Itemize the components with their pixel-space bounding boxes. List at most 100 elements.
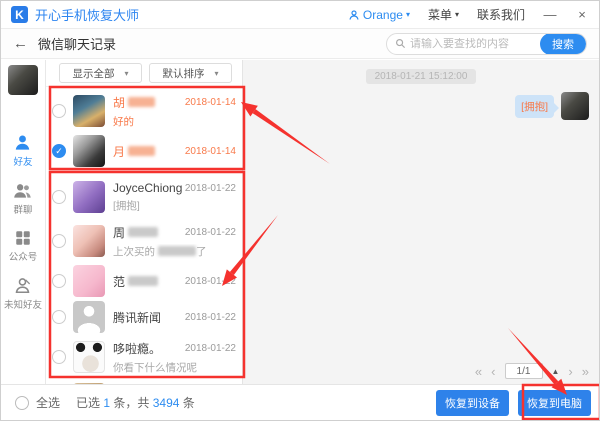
last-page-icon[interactable]: »: [582, 365, 589, 378]
list-item[interactable]: 周 2018-01-22 上次买的了: [46, 219, 242, 263]
group-chat-icon: [13, 181, 32, 200]
recover-to-computer-button[interactable]: 恢复到电脑: [518, 390, 591, 416]
redacted-message: [158, 246, 196, 256]
sidebar-item-friends[interactable]: 好友: [13, 133, 32, 168]
last-message-date: 2018-01-14: [185, 146, 236, 157]
contact-name: 哆啦瘾。: [113, 340, 161, 357]
contact-name: 胡: [113, 94, 125, 111]
avatar: [73, 95, 105, 127]
chat-message-row: [拥抱]: [243, 84, 599, 120]
list-item[interactable]: 腾讯新闻2018-01-22: [46, 299, 242, 335]
item-checkbox[interactable]: [52, 190, 66, 204]
item-checkbox-checked[interactable]: ✓: [52, 144, 66, 158]
item-checkbox[interactable]: [52, 350, 66, 364]
sidebar-item-group-chats[interactable]: 群聊: [13, 181, 32, 216]
avatar: [73, 265, 105, 297]
chevron-down-icon: ▾: [455, 10, 459, 19]
last-message-date: 2018-01-22: [185, 343, 236, 354]
redacted-name: [128, 146, 155, 156]
chat-bubble: [拥抱]: [515, 95, 554, 118]
avatar: [73, 301, 105, 333]
sidebar-item-label: 好友: [13, 154, 32, 168]
total-count: 3494: [153, 396, 180, 410]
redacted-name: [128, 97, 155, 107]
minimize-button[interactable]: —: [543, 7, 557, 22]
last-message-preview: 上次买的了: [113, 244, 236, 259]
last-message-preview: 你看下什么情况呢: [113, 360, 236, 375]
back-button[interactable]: ←: [13, 35, 28, 52]
search-icon: [395, 38, 406, 49]
selection-summary: 已选 1 条，共 3494 条: [76, 394, 195, 411]
unknown-friend-icon: [13, 276, 32, 295]
select-all-label: 全选: [36, 394, 60, 411]
item-checkbox[interactable]: [52, 310, 66, 324]
sidebar-item-unknown-friends[interactable]: 未知好友: [4, 276, 42, 311]
select-all-checkbox[interactable]: [15, 396, 29, 410]
list-item[interactable]: 哆啦瘾。 2018-01-22 你看下什么情况呢: [46, 335, 242, 379]
last-message-date: 2018-01-22: [185, 183, 236, 194]
search-input[interactable]: [410, 38, 540, 50]
footer-bar: 全选 已选 1 条，共 3494 条 恢复到设备 恢复到电脑: [1, 384, 599, 420]
recover-to-device-button[interactable]: 恢复到设备: [436, 390, 509, 416]
account-menu[interactable]: Orange ▾: [348, 8, 410, 22]
contact-us-link[interactable]: 联系我们: [477, 6, 525, 23]
contact-name: 周: [113, 224, 125, 241]
sidebar-item-label: 未知好友: [4, 297, 42, 311]
contact-name: 范: [113, 273, 125, 290]
search-box: 搜索: [386, 33, 587, 55]
left-rail: 好友 群聊 公众号 未知好友: [1, 60, 46, 384]
app-logo-icon: K: [11, 6, 28, 23]
list-item[interactable]: 胡2018-01-14好的: [46, 89, 242, 133]
app-window: K 开心手机恢复大师 Orange ▾ 菜单 ▾ 联系我们 — × ← 微信聊天…: [0, 0, 600, 421]
chevron-down-icon: ▾: [124, 69, 128, 78]
item-checkbox[interactable]: [52, 104, 66, 118]
show-all-label: 显示全部: [72, 66, 114, 81]
next-page-icon[interactable]: ›: [568, 365, 572, 378]
account-name: Orange: [363, 8, 403, 22]
last-message-date: 2018-01-22: [185, 276, 236, 287]
show-all-dropdown[interactable]: 显示全部 ▾: [59, 63, 142, 83]
prev-page-icon[interactable]: ‹: [491, 365, 495, 378]
friend-icon: [13, 133, 32, 152]
page-indicator[interactable]: 1/1: [505, 363, 543, 379]
avatar: [73, 181, 105, 213]
avatar: [73, 225, 105, 257]
avatar: [73, 135, 105, 167]
list-item[interactable]: ✓ 月 2018-01-14: [46, 133, 242, 169]
conversation-list-panel: 显示全部 ▾ 默认排序 ▾ 胡2018-01-14好的 ✓ 月 2018-01-14 J…: [46, 60, 243, 384]
chat-preview-panel: 2018-01-21 15:12:00 [拥抱] « ‹ 1/1 ▲ › »: [243, 60, 599, 384]
avatar: [561, 92, 589, 120]
last-message-date: 2018-01-22: [185, 227, 236, 238]
list-item[interactable]: JoyceChiong2018-01-22 [拥抱]: [46, 175, 242, 219]
contact-name: 月: [113, 143, 125, 160]
search-button[interactable]: 搜索: [540, 33, 586, 55]
sort-dropdown[interactable]: 默认排序 ▾: [149, 63, 232, 83]
avatar: [73, 341, 105, 373]
last-message-preview: 好的: [113, 114, 236, 129]
conversation-list: 胡2018-01-14好的✓月2018-01-14JoyceChiong2018…: [46, 89, 242, 384]
app-title: 开心手机恢复大师: [35, 5, 139, 24]
contact-us-label: 联系我们: [477, 6, 525, 23]
page-jump-icon[interactable]: ▲: [552, 367, 560, 376]
avatar: [8, 65, 38, 95]
official-account-icon: [14, 229, 32, 247]
sidebar-item-label: 公众号: [9, 249, 38, 263]
item-checkbox[interactable]: [52, 234, 66, 248]
user-icon: [348, 9, 360, 21]
first-page-icon[interactable]: «: [475, 365, 482, 378]
list-item[interactable]: 范 2018-01-22: [46, 263, 242, 299]
item-checkbox[interactable]: [52, 274, 66, 288]
chevron-down-icon: ▾: [214, 69, 218, 78]
last-message-preview: [拥抱]: [113, 198, 236, 213]
chat-timestamp: 2018-01-21 15:12:00: [366, 69, 477, 84]
toolbar: ← 微信聊天记录 搜索: [1, 29, 599, 59]
sort-label: 默认排序: [162, 66, 204, 81]
last-message-date: 2018-01-22: [185, 312, 236, 323]
contact-name: JoyceChiong: [113, 181, 182, 195]
page-title: 微信聊天记录: [38, 34, 116, 53]
chevron-down-icon: ▾: [406, 10, 410, 19]
menu-button[interactable]: 菜单 ▾: [428, 6, 459, 23]
sidebar-item-official-accounts[interactable]: 公众号: [9, 229, 38, 263]
close-button[interactable]: ×: [575, 7, 589, 22]
sidebar-item-label: 群聊: [13, 202, 32, 216]
